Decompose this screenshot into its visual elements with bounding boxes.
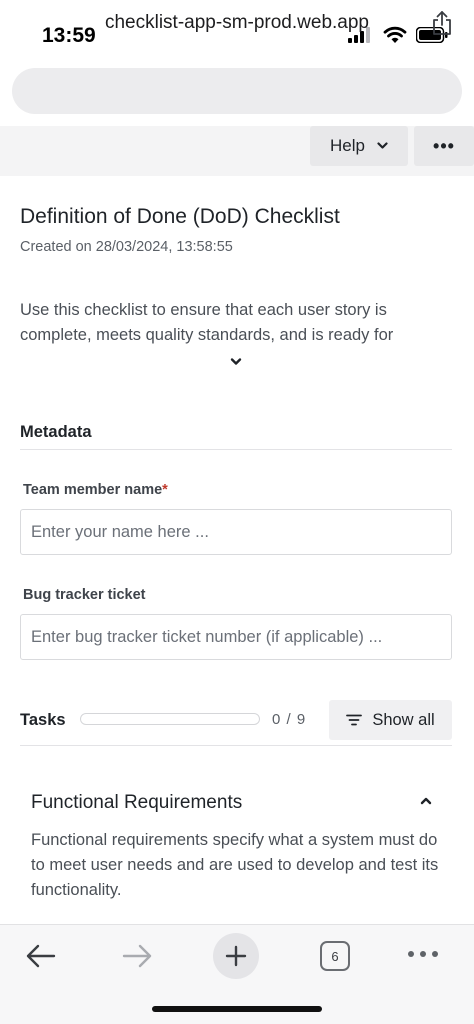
tasks-progress-count: 0 / 9 [272, 711, 307, 728]
collapse-section-chevron-icon[interactable] [418, 795, 434, 807]
plus-icon [225, 945, 247, 967]
created-timestamp: Created on 28/03/2024, 13:58:55 [20, 239, 233, 255]
show-all-label: Show all [372, 710, 435, 729]
tab-switcher-button[interactable]: 6 [320, 941, 350, 971]
show-all-button[interactable]: Show all [329, 700, 452, 740]
help-button-label: Help [330, 136, 365, 155]
bug-tracker-label: Bug tracker ticket [23, 587, 146, 603]
tasks-divider [20, 745, 452, 746]
app-toolbar: Help ••• [0, 126, 474, 176]
menu-dot [408, 951, 414, 957]
chevron-down-icon [377, 142, 388, 149]
home-indicator[interactable] [152, 1006, 322, 1012]
more-options-button[interactable]: ••• [414, 126, 474, 166]
url-text[interactable]: checklist-app-sm-prod.web.app [0, 0, 474, 46]
expand-description-chevron-icon[interactable] [228, 356, 244, 368]
checklist-description: Use this checklist to ensure that each u… [20, 301, 394, 344]
tasks-progress-bar [80, 713, 260, 725]
menu-dot [432, 951, 438, 957]
help-button[interactable]: Help [310, 126, 408, 166]
functional-requirements-title[interactable]: Functional Requirements [31, 792, 242, 814]
checklist-title: Definition of Done (DoD) Checklist [20, 205, 340, 228]
team-member-label: Team member name* [23, 482, 168, 498]
team-member-label-text: Team member name [23, 482, 163, 498]
new-tab-button[interactable] [213, 933, 259, 979]
filter-icon [346, 714, 363, 726]
required-marker: * [162, 482, 168, 498]
functional-requirements-description: Functional requirements specify what a s… [31, 831, 439, 899]
share-icon[interactable] [430, 10, 454, 36]
browser-menu-icon[interactable] [408, 951, 438, 957]
menu-dot [420, 951, 426, 957]
metadata-divider [20, 449, 452, 450]
bug-tracker-ticket-input[interactable] [20, 614, 452, 660]
forward-arrow-icon[interactable] [120, 941, 154, 971]
back-arrow-icon[interactable] [24, 941, 58, 971]
url-bar[interactable] [12, 68, 462, 114]
team-member-name-input[interactable] [20, 509, 452, 555]
metadata-heading: Metadata [20, 423, 92, 441]
tasks-heading: Tasks [20, 711, 66, 729]
